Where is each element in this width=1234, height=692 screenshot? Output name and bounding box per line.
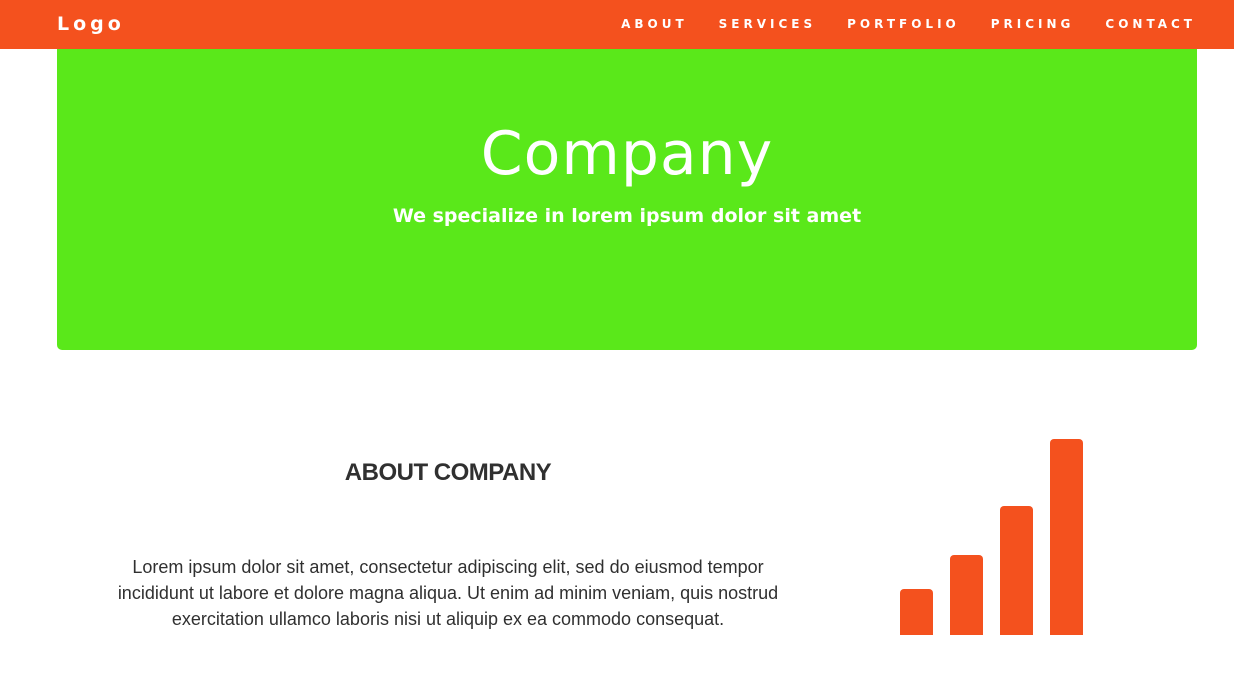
nav-links: ABOUT SERVICES PORTFOLIO PRICING CONTACT: [590, 17, 1196, 31]
nav-link-contact[interactable]: CONTACT: [1105, 17, 1196, 31]
nav-link-pricing[interactable]: PRICING: [991, 17, 1075, 31]
signal-icon: [900, 439, 1083, 635]
nav-link-portfolio[interactable]: PORTFOLIO: [847, 17, 960, 31]
signal-bar-1: [900, 589, 933, 635]
signal-bar-4: [1050, 439, 1083, 635]
navbar: Logo ABOUT SERVICES PORTFOLIO PRICING CO…: [0, 0, 1234, 49]
signal-bar-3: [1000, 506, 1033, 635]
about-text: Lorem ipsum dolor sit amet, consectetur …: [117, 557, 779, 629]
signal-bar-2: [950, 555, 983, 635]
hero-banner: Company We specialize in lorem ipsum dol…: [57, 49, 1197, 350]
about-title: ABOUT COMPANY: [344, 459, 552, 486]
logo-link[interactable]: Logo: [57, 13, 125, 35]
nav-link-services[interactable]: SERVICES: [719, 17, 816, 31]
nav-link-about[interactable]: ABOUT: [621, 17, 688, 31]
hero-subtitle: We specialize in lorem ipsum dolor sit a…: [392, 205, 862, 227]
hero-title: Company: [480, 119, 774, 189]
